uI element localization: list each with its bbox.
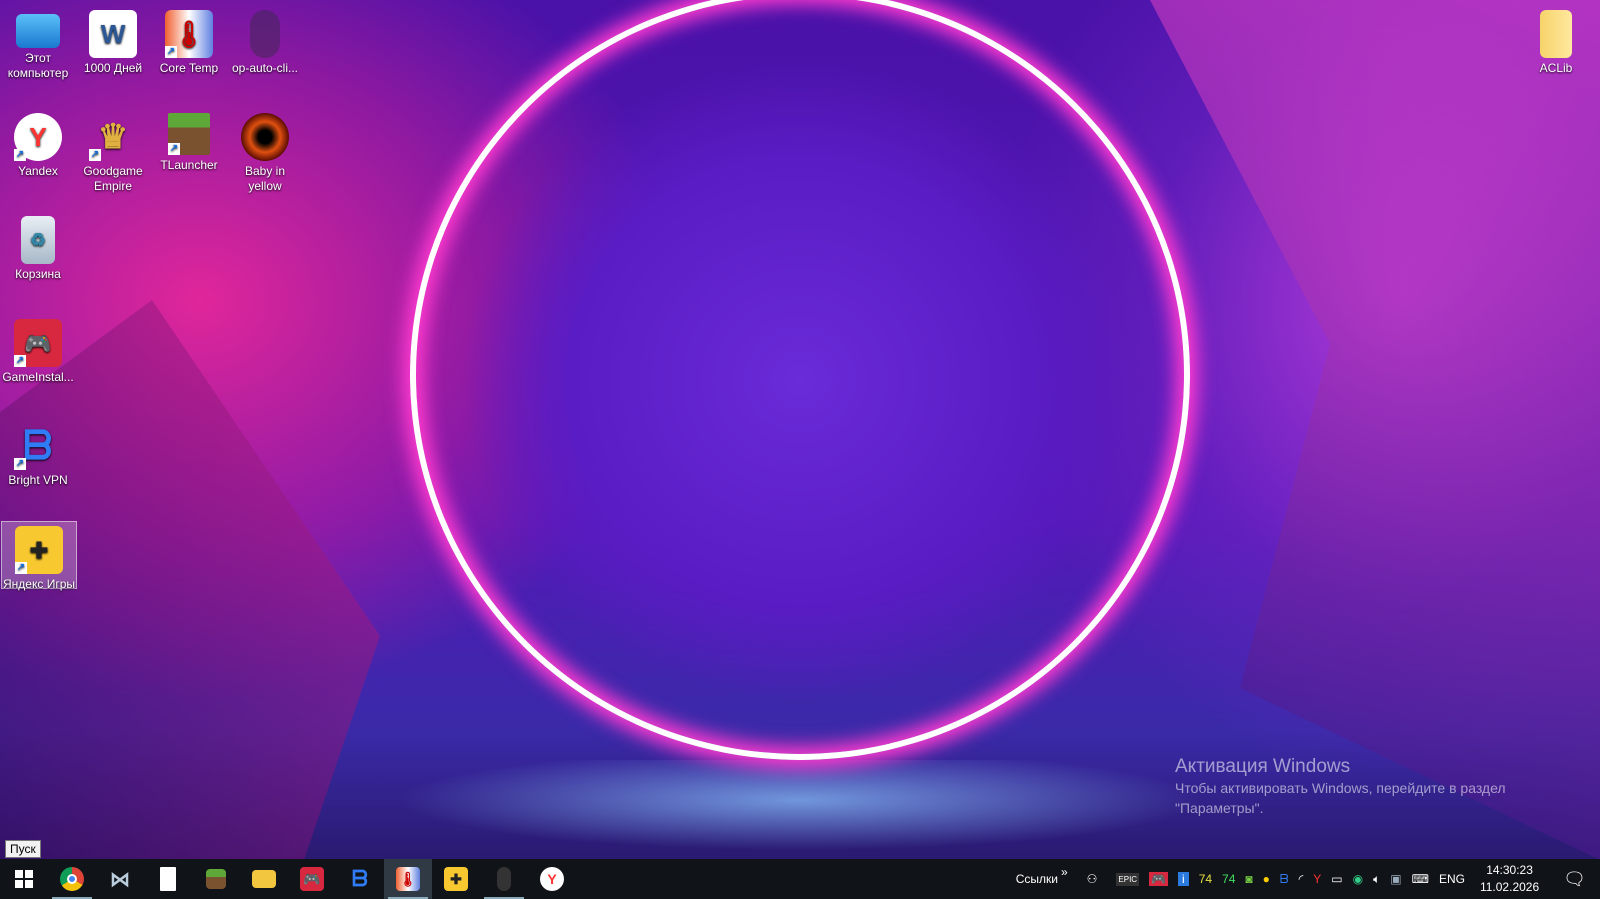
wifi-icon[interactable]: ◜ xyxy=(1299,872,1304,886)
thermometer-icon: 🌡 ↗ xyxy=(165,10,213,58)
clock[interactable]: 14:30:23 11.02.2026 xyxy=(1480,862,1539,896)
gamepad-icon: 🎮 ↗ xyxy=(14,319,62,367)
desktop-icon-core-temp[interactable]: 🌡 ↗ Core Temp xyxy=(151,6,227,76)
notepad-icon xyxy=(160,867,176,891)
language-indicator[interactable]: ENG xyxy=(1439,872,1465,886)
activation-watermark: Активация Windows Чтобы активировать Win… xyxy=(1175,756,1506,816)
yandex-browser-icon: Y xyxy=(540,867,564,891)
desktop-icon-1000-days[interactable]: W 1000 Дней xyxy=(75,6,151,76)
display-icon[interactable]: ▣ xyxy=(1390,872,1401,886)
desktop-icon-aclib[interactable]: ACLib xyxy=(1518,6,1594,76)
yandex-tray-icon[interactable]: Y xyxy=(1313,872,1321,886)
word-document-icon: W xyxy=(89,10,137,58)
thermometer-icon: 🌡 xyxy=(396,867,420,891)
desktop-icon-yandex[interactable]: Y ↗ Yandex xyxy=(0,109,76,179)
taskbar-visual-studio[interactable]: ⋈ xyxy=(96,859,144,899)
recycle-bin-icon: ♻ xyxy=(21,216,55,264)
wallpaper-crystals-right xyxy=(1150,0,1600,859)
cpu-temp-tray[interactable]: 74 xyxy=(1199,872,1212,886)
folder-icon xyxy=(1540,10,1572,58)
notifications-icon[interactable]: 🗨︎ xyxy=(1563,869,1586,890)
chrome-icon xyxy=(60,867,84,891)
epic-games-icon[interactable]: EPIC xyxy=(1116,872,1140,886)
battery-icon[interactable]: ▭ xyxy=(1331,872,1342,886)
gamepad-icon: 🎮 xyxy=(300,867,324,891)
info-icon[interactable]: i xyxy=(1178,872,1189,886)
minecraft-block-icon: ↗ xyxy=(168,113,210,155)
desktop: Этот компьютер W 1000 Дней 🌡 ↗ Core Temp op… xyxy=(0,0,1600,859)
taskbar-yandex-games[interactable]: ✚ xyxy=(432,859,480,899)
gamepad-tray-icon[interactable]: 🎮 xyxy=(1149,872,1169,886)
desktop-icon-gameinstaller[interactable]: 🎮 ↗ GameInstal... xyxy=(0,315,76,385)
desktop-icon-tlauncher[interactable]: ↗ TLauncher xyxy=(151,109,227,173)
bright-vpn-tray-icon[interactable]: ᗷ xyxy=(1280,872,1289,887)
links-chevron[interactable]: » xyxy=(1061,865,1068,879)
taskbar-gameinstaller[interactable]: 🎮 xyxy=(288,859,336,899)
taskbar-yandex[interactable]: Y xyxy=(528,859,576,899)
desktop-icon-this-pc[interactable]: Этот компьютер xyxy=(0,6,76,81)
desktop-icon-bright-vpn[interactable]: ᗷ ↗ Bright VPN xyxy=(0,418,76,488)
volume-icon[interactable]: 🔈︎ xyxy=(1373,872,1380,887)
taskbar-tlauncher[interactable] xyxy=(192,859,240,899)
crown-icon: ♛ ↗ xyxy=(89,117,129,161)
taskbar-notepad[interactable] xyxy=(144,859,192,899)
cpu-temp-tray-2[interactable]: 74 xyxy=(1222,872,1235,886)
visual-studio-icon: ⋈ xyxy=(110,868,130,891)
bright-vpn-icon: ᗷ xyxy=(352,866,368,891)
touch-keyboard-icon[interactable]: ⌨ xyxy=(1412,872,1429,886)
taskbar-op-auto-clicker[interactable] xyxy=(480,859,528,899)
start-tooltip: Пуск xyxy=(5,840,41,858)
taskbar-chrome[interactable] xyxy=(48,859,96,899)
mouse-icon xyxy=(497,867,511,891)
taskbar-file-explorer[interactable] xyxy=(240,859,288,899)
desktop-icon-goodgame-empire[interactable]: ♛ ↗ Goodgame Empire xyxy=(75,109,151,194)
taskbar-bright-vpn[interactable]: ᗷ xyxy=(336,859,384,899)
eye-icon xyxy=(241,113,289,161)
nvidia-icon[interactable]: ◙ xyxy=(1245,872,1252,886)
computer-icon xyxy=(16,14,60,48)
mouse-icon xyxy=(250,10,280,58)
folder-icon xyxy=(252,870,276,888)
minecraft-block-icon xyxy=(206,869,226,889)
links-toolbar[interactable]: Ссылки xyxy=(1016,872,1058,886)
taskbar: ⋈ 🎮 ᗷ 🌡 ✚ Y Ссылки » ⚇ EPIC 🎮 i 74 74 ◙ … xyxy=(0,859,1600,899)
start-button[interactable] xyxy=(0,859,48,899)
desktop-icon-yandex-games[interactable]: ✚ ↗ Яндекс Игры xyxy=(1,521,77,591)
shield-tray-icon[interactable]: ◉ xyxy=(1353,872,1363,886)
desktop-icon-baby-in-yellow[interactable]: Baby in yellow xyxy=(227,109,303,194)
bright-vpn-icon: ᗷ ↗ xyxy=(14,423,53,470)
yandex-games-icon: ✚ xyxy=(444,867,468,891)
taskbar-core-temp[interactable]: 🌡 xyxy=(384,859,432,899)
system-tray: Ссылки » ⚇ EPIC 🎮 i 74 74 ◙ ● ᗷ ◜ Y ▭ ◉ … xyxy=(1011,859,1600,899)
desktop-icon-recycle-bin[interactable]: ♻ Корзина xyxy=(0,212,76,282)
neon-ring xyxy=(410,0,1190,760)
yandex-browser-icon: Y ↗ xyxy=(14,113,62,161)
yandex-games-icon: ✚ ↗ xyxy=(15,526,63,574)
yandex-games-tray-icon[interactable]: ● xyxy=(1263,872,1270,886)
desktop-icon-op-auto-clicker[interactable]: op-auto-cli... xyxy=(227,6,303,76)
windows-logo-icon xyxy=(15,870,33,888)
wallpaper-floor xyxy=(300,760,1300,859)
people-icon[interactable]: ⚇ xyxy=(1087,872,1098,886)
